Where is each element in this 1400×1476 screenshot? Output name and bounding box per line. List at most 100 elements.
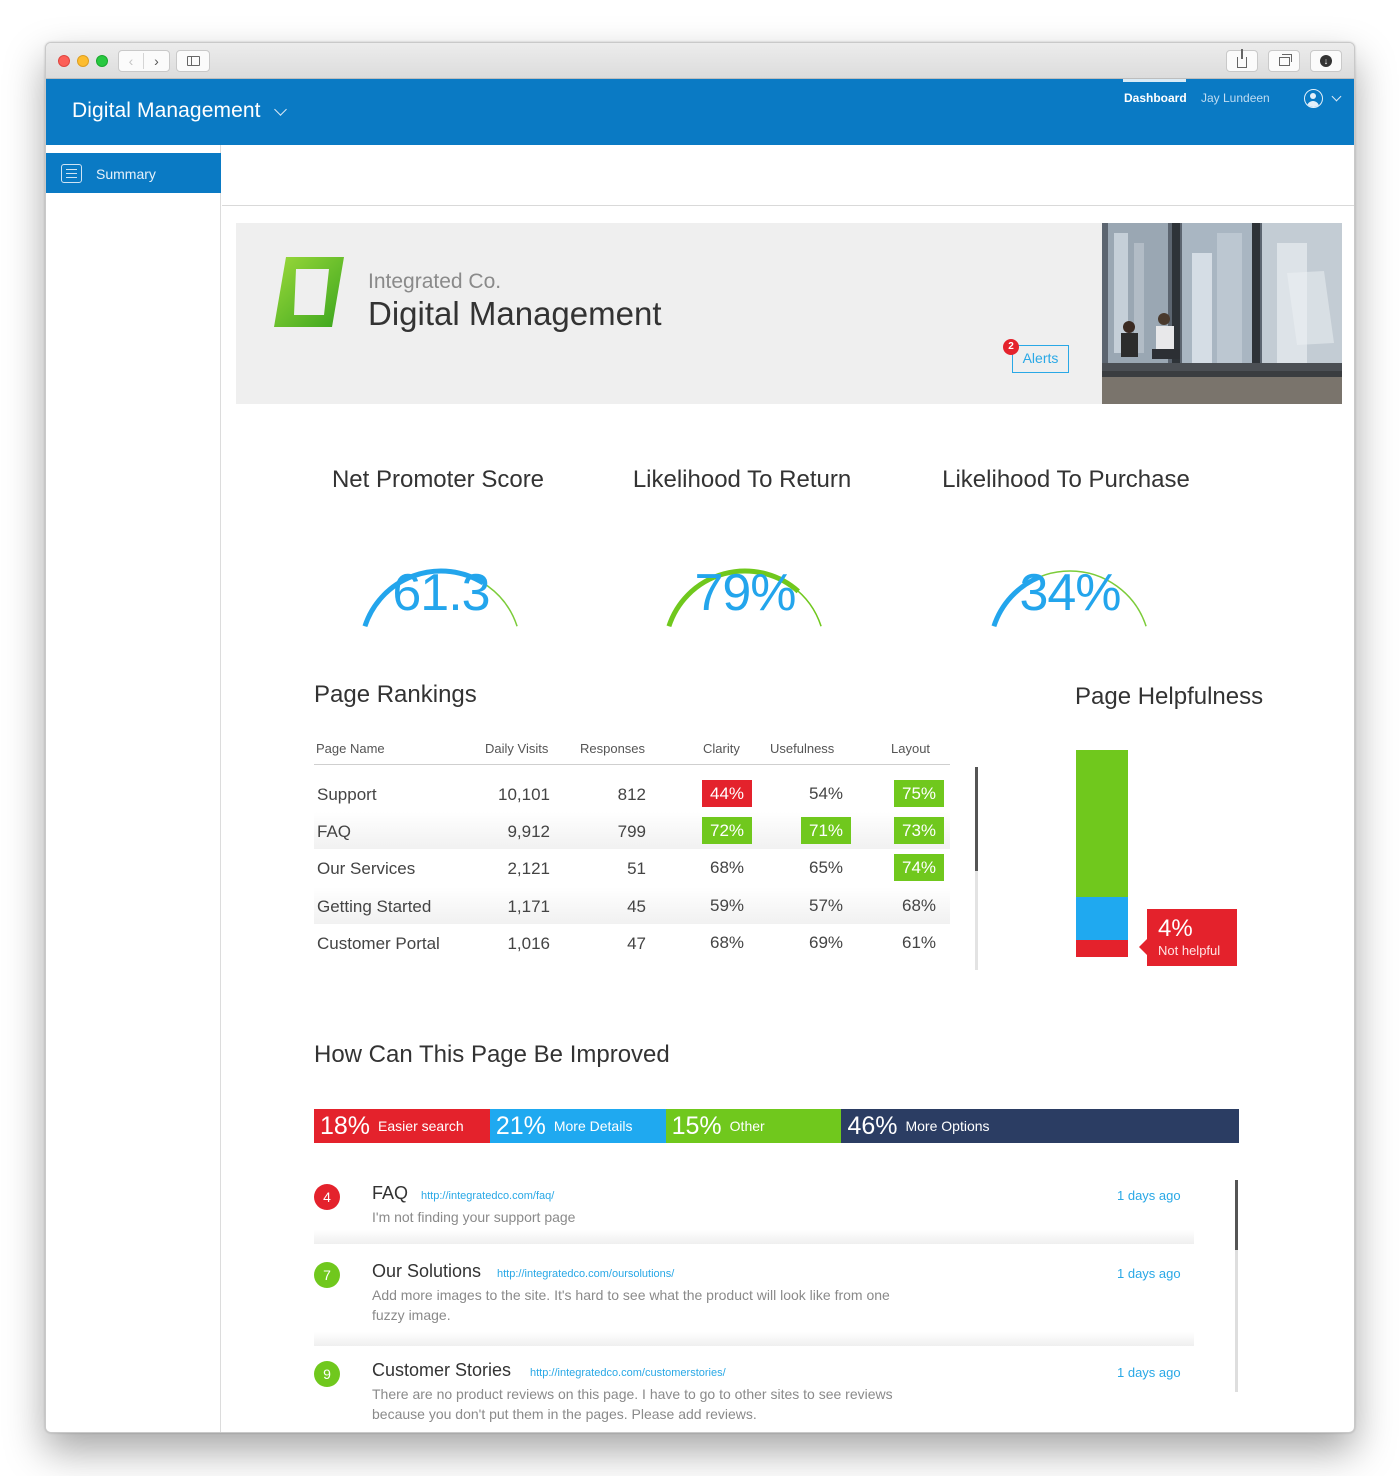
improve-segment[interactable]: 46% More Options [841, 1109, 1239, 1143]
cell-usefulness: 65% [808, 858, 844, 877]
feedback-page-name: Customer Stories [372, 1360, 512, 1380]
sidebar-item-summary[interactable]: Summary [46, 153, 221, 193]
cell-layout: 73% [894, 817, 944, 844]
score-badge: 7 [314, 1262, 340, 1288]
cell-clarity: 44% [702, 780, 752, 807]
column-header[interactable]: Responses [580, 741, 645, 756]
cell-responses: 799 [617, 822, 646, 841]
chevron-down-icon[interactable] [274, 103, 287, 116]
column-header[interactable]: Daily Visits [485, 741, 548, 756]
helpfulness-stacked-bar [1076, 750, 1128, 957]
cell-layout: 68% [901, 896, 937, 915]
improve-label: Easier search [378, 1118, 464, 1134]
table-row[interactable]: Customer Portal 1,016 47 68% 69% 61% [314, 924, 950, 961]
back-arrow-icon[interactable]: ‹ [119, 53, 145, 69]
alerts-button[interactable]: Alerts [1012, 345, 1069, 373]
sidebar-icon [186, 56, 200, 66]
helpfulness-segment [1076, 940, 1128, 957]
share-button[interactable] [1226, 49, 1258, 72]
cell-layout: 61% [901, 933, 937, 952]
tabs-overview-button[interactable] [1268, 50, 1300, 72]
cell-usefulness: 57% [808, 896, 844, 915]
helpfulness-segment [1076, 897, 1128, 940]
cell-layout: 75% [894, 780, 944, 807]
nav-user-name[interactable]: Jay Lundeen [1201, 91, 1270, 105]
feedback-comment: I'm not finding your support page [372, 1209, 576, 1225]
column-header[interactable]: Layout [891, 741, 930, 756]
gauge-title: Net Promoter Score [331, 466, 545, 493]
cell-responses: 47 [627, 934, 646, 953]
feedback-scrollbar[interactable] [1235, 1180, 1238, 1392]
cell-usefulness: 54% [808, 784, 844, 803]
improve-segment[interactable]: 21% More Details [489, 1109, 666, 1143]
toolbar-divider [222, 205, 1354, 206]
improve-label: More Details [553, 1118, 633, 1134]
improve-segment[interactable]: 18% Easier search [314, 1109, 490, 1143]
item-divider [314, 1230, 1194, 1244]
gauge-title: Likelihood To Purchase [942, 466, 1190, 493]
sidebar-toggle-button[interactable] [176, 50, 210, 72]
cell-responses: 812 [617, 785, 646, 804]
cell-daily-visits: 10,101 [498, 785, 550, 804]
cell-daily-visits: 1,171 [507, 897, 550, 916]
feedback-timestamp: 1 days ago [1117, 1365, 1181, 1380]
scrollbar-thumb[interactable] [1235, 1180, 1238, 1250]
score-badge: 4 [314, 1184, 340, 1210]
cell-responses: 45 [627, 897, 646, 916]
cell-page-name: Support [317, 785, 377, 804]
scrollbar-thumb[interactable] [975, 767, 978, 871]
cell-responses: 51 [627, 859, 646, 878]
user-avatar-icon[interactable] [1304, 89, 1323, 108]
cell-page-name: Customer Portal [317, 934, 440, 953]
download-icon: ↓ [1320, 55, 1332, 67]
product-name: Digital Management [368, 295, 662, 332]
improve-label: More Options [905, 1118, 990, 1134]
downloads-button[interactable]: ↓ [1310, 50, 1342, 72]
improve-percent: 21% [495, 1111, 546, 1140]
feedback-url-link[interactable]: http://integratedco.com/oursolutions/ [497, 1268, 674, 1280]
feedback-url-link[interactable]: http://integratedco.com/customerstories/ [530, 1367, 726, 1379]
column-header[interactable]: Page Name [316, 741, 385, 756]
gauge-net-promoter: 61.3 [291, 521, 591, 631]
feedback-page-name: FAQ [372, 1183, 409, 1203]
table-header: Page Name Daily Visits Responses Clarity… [314, 733, 950, 765]
column-header[interactable]: Usefulness [770, 741, 834, 756]
feedback-timestamp: 1 days ago [1117, 1266, 1181, 1281]
improve-percent: 15% [671, 1111, 722, 1140]
forward-arrow-icon[interactable]: › [144, 53, 169, 69]
company-name: Integrated Co. [368, 270, 502, 293]
improve-percent: 46% [847, 1111, 898, 1140]
user-menu-chevron-icon[interactable] [1331, 91, 1342, 102]
improve-segment[interactable]: 15% Other [665, 1109, 842, 1143]
gauge-value: 34% [1019, 564, 1121, 622]
minimize-window-button[interactable] [77, 55, 89, 67]
table-row[interactable]: Support 10,101 812 44% 54% 75% [314, 775, 950, 812]
not-helpful-callout: 4% Not helpful [1139, 909, 1237, 966]
table-row[interactable]: FAQ 9,912 799 72% 71% 73% [314, 812, 950, 849]
gauge-likelihood-return: 79% [595, 521, 895, 631]
column-header[interactable]: Clarity [703, 741, 740, 756]
office-photo-image [1102, 223, 1342, 404]
callout-label: Not helpful [1158, 943, 1221, 958]
table-row[interactable]: Getting Started 1,171 45 59% 57% 68% [314, 887, 950, 924]
cell-page-name: Getting Started [317, 897, 432, 916]
cell-page-name: Our Services [317, 859, 416, 878]
nav-dashboard[interactable]: Dashboard [1123, 79, 1187, 105]
cell-daily-visits: 1,016 [507, 934, 550, 953]
cell-page-name: FAQ [317, 822, 352, 841]
rankings-scrollbar[interactable] [975, 767, 978, 970]
cell-layout: 74% [894, 854, 944, 881]
gauge-value: 79% [694, 564, 796, 622]
table-row[interactable]: Our Services 2,121 51 68% 65% 74% [314, 849, 950, 886]
zoom-window-button[interactable] [96, 55, 108, 67]
sidebar: Summary [46, 145, 221, 1432]
feedback-comment: There are no product reviews on this pag… [372, 1386, 893, 1422]
cell-clarity: 68% [709, 933, 745, 952]
sidebar-item-label: Summary [96, 166, 156, 182]
gauge-likelihood-purchase: 34% [920, 521, 1220, 631]
feedback-url-link[interactable]: http://integratedco.com/faq/ [421, 1190, 554, 1202]
feedback-timestamp: 1 days ago [1117, 1188, 1181, 1203]
gauge-value: 61.3 [392, 564, 490, 622]
app-title-dropdown[interactable]: Digital Management [72, 99, 261, 123]
close-window-button[interactable] [58, 55, 70, 67]
